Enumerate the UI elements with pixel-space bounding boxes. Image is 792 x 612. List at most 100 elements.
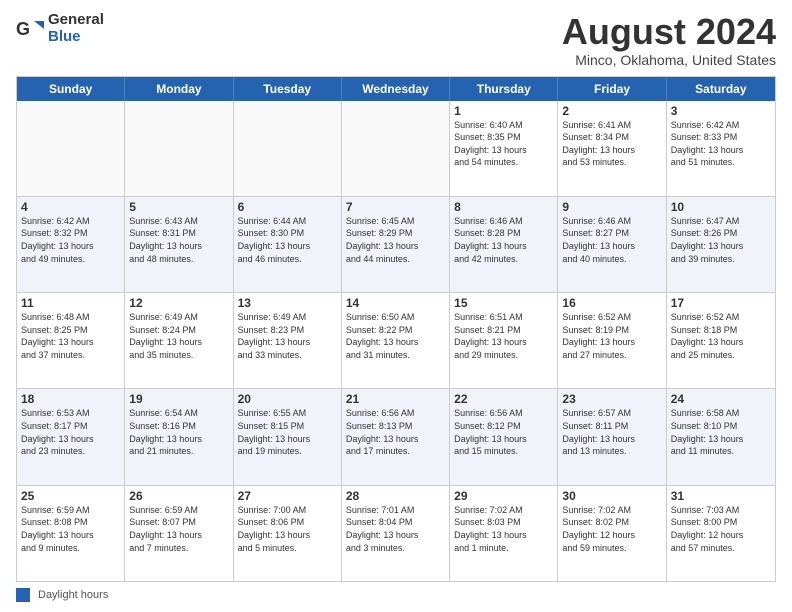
footer: Daylight hours — [16, 588, 776, 602]
day-info: Sunrise: 6:56 AM Sunset: 8:12 PM Dayligh… — [454, 407, 553, 457]
day-info: Sunrise: 6:41 AM Sunset: 8:34 PM Dayligh… — [562, 119, 661, 169]
day-info: Sunrise: 6:54 AM Sunset: 8:16 PM Dayligh… — [129, 407, 228, 457]
day-number: 6 — [238, 200, 337, 214]
logo-text: General Blue — [48, 12, 104, 45]
day-info: Sunrise: 7:02 AM Sunset: 8:03 PM Dayligh… — [454, 504, 553, 554]
day-number: 23 — [562, 392, 661, 406]
day-info: Sunrise: 6:48 AM Sunset: 8:25 PM Dayligh… — [21, 311, 120, 361]
day-number: 16 — [562, 296, 661, 310]
calendar-cell: 25Sunrise: 6:59 AM Sunset: 8:08 PM Dayli… — [17, 486, 125, 581]
day-number: 17 — [671, 296, 771, 310]
legend-label: Daylight hours — [38, 589, 108, 601]
day-number: 8 — [454, 200, 553, 214]
calendar-cell: 28Sunrise: 7:01 AM Sunset: 8:04 PM Dayli… — [342, 486, 450, 581]
day-info: Sunrise: 6:43 AM Sunset: 8:31 PM Dayligh… — [129, 215, 228, 265]
day-info: Sunrise: 6:45 AM Sunset: 8:29 PM Dayligh… — [346, 215, 445, 265]
calendar-cell: 6Sunrise: 6:44 AM Sunset: 8:30 PM Daylig… — [234, 197, 342, 292]
day-number: 26 — [129, 489, 228, 503]
calendar-cell: 8Sunrise: 6:46 AM Sunset: 8:28 PM Daylig… — [450, 197, 558, 292]
day-number: 13 — [238, 296, 337, 310]
calendar-cell: 9Sunrise: 6:46 AM Sunset: 8:27 PM Daylig… — [558, 197, 666, 292]
calendar-week: 18Sunrise: 6:53 AM Sunset: 8:17 PM Dayli… — [17, 389, 775, 485]
calendar-cell: 12Sunrise: 6:49 AM Sunset: 8:24 PM Dayli… — [125, 293, 233, 388]
day-number: 2 — [562, 104, 661, 118]
calendar-header-cell: Saturday — [667, 77, 775, 101]
calendar-cell: 21Sunrise: 6:56 AM Sunset: 8:13 PM Dayli… — [342, 389, 450, 484]
day-info: Sunrise: 6:42 AM Sunset: 8:33 PM Dayligh… — [671, 119, 771, 169]
day-number: 5 — [129, 200, 228, 214]
logo: G General Blue — [16, 12, 104, 45]
calendar-cell: 4Sunrise: 6:42 AM Sunset: 8:32 PM Daylig… — [17, 197, 125, 292]
calendar-header-cell: Sunday — [17, 77, 125, 101]
day-info: Sunrise: 6:52 AM Sunset: 8:19 PM Dayligh… — [562, 311, 661, 361]
day-info: Sunrise: 7:03 AM Sunset: 8:00 PM Dayligh… — [671, 504, 771, 554]
calendar-cell: 13Sunrise: 6:49 AM Sunset: 8:23 PM Dayli… — [234, 293, 342, 388]
day-number: 19 — [129, 392, 228, 406]
calendar-cell-empty — [125, 101, 233, 196]
calendar-header-cell: Thursday — [450, 77, 558, 101]
calendar-cell: 19Sunrise: 6:54 AM Sunset: 8:16 PM Dayli… — [125, 389, 233, 484]
day-info: Sunrise: 6:53 AM Sunset: 8:17 PM Dayligh… — [21, 407, 120, 457]
day-info: Sunrise: 6:49 AM Sunset: 8:23 PM Dayligh… — [238, 311, 337, 361]
day-number: 31 — [671, 489, 771, 503]
day-info: Sunrise: 6:50 AM Sunset: 8:22 PM Dayligh… — [346, 311, 445, 361]
day-info: Sunrise: 6:42 AM Sunset: 8:32 PM Dayligh… — [21, 215, 120, 265]
calendar-week: 25Sunrise: 6:59 AM Sunset: 8:08 PM Dayli… — [17, 486, 775, 581]
day-number: 12 — [129, 296, 228, 310]
header: G General Blue August 2024 Minco, Oklaho… — [16, 12, 776, 68]
day-info: Sunrise: 7:02 AM Sunset: 8:02 PM Dayligh… — [562, 504, 661, 554]
calendar-cell-empty — [17, 101, 125, 196]
logo-general-text: General — [48, 12, 104, 29]
day-number: 9 — [562, 200, 661, 214]
calendar-cell: 3Sunrise: 6:42 AM Sunset: 8:33 PM Daylig… — [667, 101, 775, 196]
day-info: Sunrise: 6:58 AM Sunset: 8:10 PM Dayligh… — [671, 407, 771, 457]
calendar-cell: 29Sunrise: 7:02 AM Sunset: 8:03 PM Dayli… — [450, 486, 558, 581]
day-number: 4 — [21, 200, 120, 214]
calendar-cell: 22Sunrise: 6:56 AM Sunset: 8:12 PM Dayli… — [450, 389, 558, 484]
day-number: 11 — [21, 296, 120, 310]
calendar-header-cell: Tuesday — [234, 77, 342, 101]
day-info: Sunrise: 6:55 AM Sunset: 8:15 PM Dayligh… — [238, 407, 337, 457]
day-number: 30 — [562, 489, 661, 503]
day-number: 18 — [21, 392, 120, 406]
calendar-cell: 26Sunrise: 6:59 AM Sunset: 8:07 PM Dayli… — [125, 486, 233, 581]
calendar-cell: 5Sunrise: 6:43 AM Sunset: 8:31 PM Daylig… — [125, 197, 233, 292]
day-info: Sunrise: 6:57 AM Sunset: 8:11 PM Dayligh… — [562, 407, 661, 457]
day-info: Sunrise: 6:52 AM Sunset: 8:18 PM Dayligh… — [671, 311, 771, 361]
day-number: 22 — [454, 392, 553, 406]
calendar: SundayMondayTuesdayWednesdayThursdayFrid… — [16, 76, 776, 582]
calendar-cell: 20Sunrise: 6:55 AM Sunset: 8:15 PM Dayli… — [234, 389, 342, 484]
calendar-cell: 1Sunrise: 6:40 AM Sunset: 8:35 PM Daylig… — [450, 101, 558, 196]
calendar-cell: 23Sunrise: 6:57 AM Sunset: 8:11 PM Dayli… — [558, 389, 666, 484]
page: G General Blue August 2024 Minco, Oklaho… — [0, 0, 792, 612]
day-info: Sunrise: 6:56 AM Sunset: 8:13 PM Dayligh… — [346, 407, 445, 457]
day-info: Sunrise: 7:00 AM Sunset: 8:06 PM Dayligh… — [238, 504, 337, 554]
legend-box — [16, 588, 30, 602]
logo-icon: G — [16, 15, 44, 43]
calendar-cell: 11Sunrise: 6:48 AM Sunset: 8:25 PM Dayli… — [17, 293, 125, 388]
subtitle: Minco, Oklahoma, United States — [562, 52, 776, 68]
calendar-header-row: SundayMondayTuesdayWednesdayThursdayFrid… — [17, 77, 775, 101]
calendar-cell: 18Sunrise: 6:53 AM Sunset: 8:17 PM Dayli… — [17, 389, 125, 484]
day-number: 10 — [671, 200, 771, 214]
calendar-cell: 24Sunrise: 6:58 AM Sunset: 8:10 PM Dayli… — [667, 389, 775, 484]
calendar-cell: 2Sunrise: 6:41 AM Sunset: 8:34 PM Daylig… — [558, 101, 666, 196]
calendar-cell: 31Sunrise: 7:03 AM Sunset: 8:00 PM Dayli… — [667, 486, 775, 581]
logo-blue-text: Blue — [48, 29, 104, 46]
calendar-cell: 16Sunrise: 6:52 AM Sunset: 8:19 PM Dayli… — [558, 293, 666, 388]
day-number: 25 — [21, 489, 120, 503]
day-info: Sunrise: 6:47 AM Sunset: 8:26 PM Dayligh… — [671, 215, 771, 265]
day-number: 27 — [238, 489, 337, 503]
day-number: 24 — [671, 392, 771, 406]
calendar-week: 11Sunrise: 6:48 AM Sunset: 8:25 PM Dayli… — [17, 293, 775, 389]
calendar-cell: 10Sunrise: 6:47 AM Sunset: 8:26 PM Dayli… — [667, 197, 775, 292]
calendar-cell: 7Sunrise: 6:45 AM Sunset: 8:29 PM Daylig… — [342, 197, 450, 292]
calendar-cell: 15Sunrise: 6:51 AM Sunset: 8:21 PM Dayli… — [450, 293, 558, 388]
calendar-cell: 30Sunrise: 7:02 AM Sunset: 8:02 PM Dayli… — [558, 486, 666, 581]
day-number: 1 — [454, 104, 553, 118]
calendar-week: 4Sunrise: 6:42 AM Sunset: 8:32 PM Daylig… — [17, 197, 775, 293]
day-info: Sunrise: 6:44 AM Sunset: 8:30 PM Dayligh… — [238, 215, 337, 265]
calendar-cell-empty — [342, 101, 450, 196]
day-info: Sunrise: 7:01 AM Sunset: 8:04 PM Dayligh… — [346, 504, 445, 554]
day-number: 7 — [346, 200, 445, 214]
